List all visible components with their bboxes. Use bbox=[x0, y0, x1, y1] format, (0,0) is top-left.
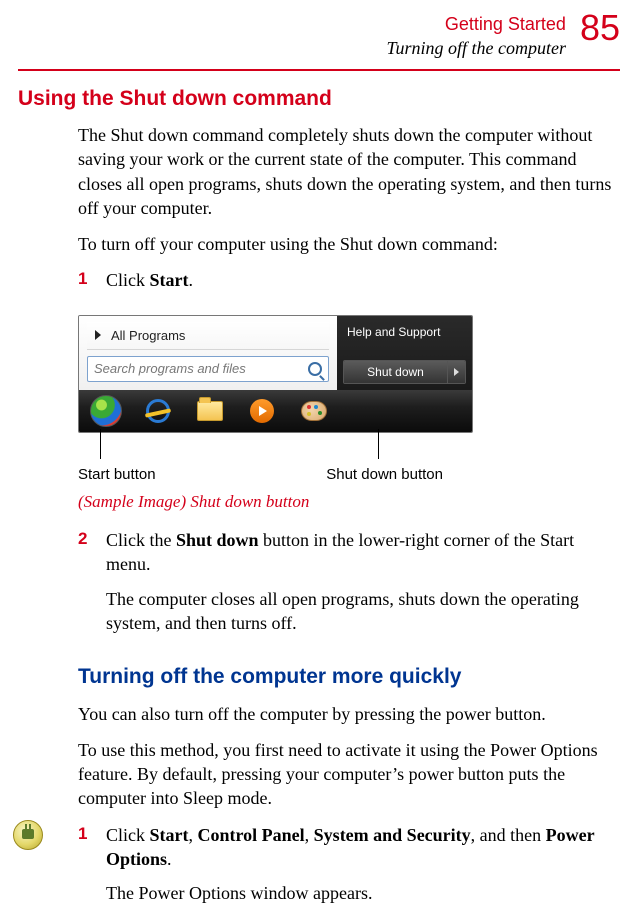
page-header: Getting Started Turning off the computer… bbox=[18, 12, 620, 69]
step-3-sep3: , and then bbox=[471, 825, 546, 845]
step-2-pre: Click the bbox=[106, 530, 176, 550]
step-3-controlpanel: Control Panel bbox=[198, 825, 305, 845]
chapter-title: Getting Started bbox=[386, 12, 566, 36]
taskbar bbox=[79, 390, 472, 432]
shutdown-menu-arrow[interactable] bbox=[447, 361, 465, 383]
figure-caption: (Sample Image) Shut down button bbox=[78, 491, 620, 514]
step-2: 2 Click the Shut down button in the lowe… bbox=[78, 528, 620, 645]
quick-off-intro: You can also turn off the computer by pr… bbox=[78, 702, 620, 726]
chevron-right-icon bbox=[454, 368, 459, 376]
step-3-result: The Power Options window appears. bbox=[106, 881, 620, 905]
leader-line-start bbox=[100, 429, 101, 459]
figure: All Programs Search programs and files H… bbox=[78, 315, 620, 485]
step-3-sep2: , bbox=[305, 825, 314, 845]
callout-start-button: Start button bbox=[78, 465, 156, 485]
step-3-number: 1 bbox=[78, 823, 92, 916]
callout-labels: Start button Shut down button bbox=[78, 465, 473, 485]
taskbar-paint[interactable] bbox=[293, 395, 335, 427]
start-menu-right: Help and Support Shut down bbox=[337, 316, 472, 390]
callout-shutdown-button: Shut down button bbox=[326, 465, 443, 485]
step-3-post: . bbox=[167, 849, 172, 869]
header-text: Getting Started Turning off the computer bbox=[386, 12, 566, 61]
folder-icon bbox=[197, 401, 223, 421]
step-3-start: Start bbox=[150, 825, 189, 845]
paint-icon bbox=[301, 401, 327, 421]
step-2-number: 2 bbox=[78, 528, 92, 645]
intro-paragraph-2: To turn off your computer using the Shut… bbox=[78, 232, 620, 256]
shutdown-button[interactable]: Shut down bbox=[343, 360, 466, 384]
step-1-post: . bbox=[189, 270, 194, 290]
step-1-number: 1 bbox=[78, 268, 92, 302]
callout-lines bbox=[78, 433, 473, 463]
step-3-body: Click Start, Control Panel, System and S… bbox=[106, 823, 620, 916]
step-1-pre: Click bbox=[106, 270, 150, 290]
step-2-body: Click the Shut down button in the lower-… bbox=[106, 528, 620, 645]
shot-top: All Programs Search programs and files H… bbox=[79, 316, 472, 390]
power-options-margin-icon bbox=[13, 820, 43, 850]
start-button[interactable] bbox=[85, 395, 127, 427]
step-1-bold: Start bbox=[150, 270, 189, 290]
windows-orb-icon bbox=[90, 395, 122, 427]
power-plug-icon bbox=[13, 820, 43, 850]
step-1-body: Click Start. bbox=[106, 268, 620, 302]
step-3-pre: Click bbox=[106, 825, 150, 845]
shutdown-label: Shut down bbox=[344, 361, 447, 383]
page-number: 85 bbox=[580, 10, 620, 46]
quick-off-method: To use this method, you first need to ac… bbox=[78, 738, 620, 811]
taskbar-explorer[interactable] bbox=[189, 395, 231, 427]
all-programs-label: All Programs bbox=[111, 327, 185, 345]
header-rule bbox=[18, 69, 620, 71]
leader-line-shutdown bbox=[378, 429, 379, 459]
step-3-sep1: , bbox=[189, 825, 198, 845]
step-2-bold: Shut down bbox=[176, 530, 259, 550]
all-programs-item[interactable]: All Programs bbox=[87, 322, 329, 351]
section-title: Turning off the computer bbox=[386, 36, 566, 60]
step-3: 1 Click Start, Control Panel, System and… bbox=[78, 823, 620, 916]
search-icon bbox=[308, 362, 322, 376]
step-1: 1 Click Start. bbox=[78, 268, 620, 302]
start-menu-screenshot: All Programs Search programs and files H… bbox=[78, 315, 473, 433]
step-2-result: The computer closes all open programs, s… bbox=[106, 587, 620, 636]
heading-quick-off: Turning off the computer more quickly bbox=[78, 663, 620, 691]
intro-paragraph-1: The Shut down command completely shuts d… bbox=[78, 123, 620, 220]
taskbar-ie[interactable] bbox=[137, 395, 179, 427]
help-support-item[interactable]: Help and Support bbox=[343, 322, 466, 342]
triangle-right-icon bbox=[95, 330, 101, 340]
search-input[interactable]: Search programs and files bbox=[87, 356, 329, 382]
media-player-icon bbox=[250, 399, 274, 423]
search-placeholder: Search programs and files bbox=[94, 360, 246, 378]
taskbar-media-player[interactable] bbox=[241, 395, 283, 427]
ie-icon bbox=[146, 399, 170, 423]
heading-shutdown: Using the Shut down command bbox=[18, 85, 620, 113]
step-3-system-security: System and Security bbox=[314, 825, 471, 845]
start-menu-left: All Programs Search programs and files bbox=[79, 316, 337, 390]
